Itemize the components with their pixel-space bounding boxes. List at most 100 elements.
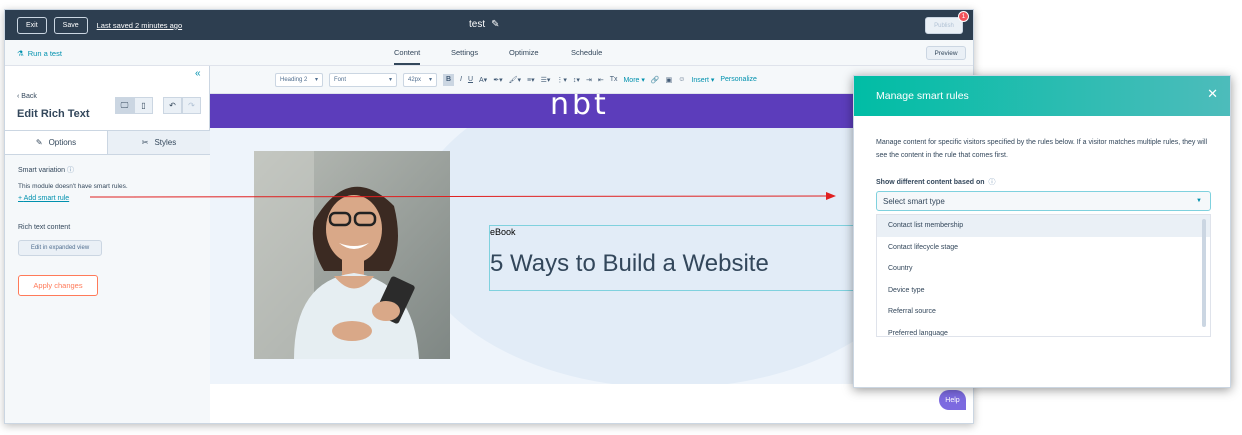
clear-format-icon[interactable]: Tx	[610, 76, 618, 83]
italic-icon[interactable]: I	[460, 76, 462, 83]
chevron-down-icon: ▾	[428, 77, 432, 83]
preview-button[interactable]: Preview	[926, 46, 966, 60]
highlight-icon[interactable]: ✒▾	[493, 76, 502, 84]
show-content-text: Show different content based on	[876, 178, 985, 186]
add-smart-rule-label: Add smart rule	[23, 195, 70, 202]
brush-icon: ✂	[141, 138, 149, 147]
underline-icon[interactable]: U	[468, 76, 473, 83]
apply-changes-button[interactable]: Apply changes	[18, 275, 98, 296]
tab-settings[interactable]: Settings	[451, 48, 478, 57]
save-button[interactable]: Save	[53, 16, 88, 34]
tab-schedule[interactable]: Schedule	[571, 48, 602, 57]
mobile-icon[interactable]: ▯	[134, 97, 153, 114]
publish-button[interactable]: Publish	[925, 17, 963, 34]
top-bar: Exit Save Last saved 2 minutes ago test …	[5, 10, 973, 40]
woman-with-tablet-photo	[254, 151, 450, 359]
smart-type-options: Contact list membership Contact lifecycl…	[876, 214, 1211, 337]
tab-options[interactable]: ✎ Options	[5, 131, 108, 154]
smart-variation-text: Smart variation	[18, 167, 66, 174]
size-dropdown[interactable]: 42px ▾	[403, 72, 437, 87]
smart-variation-label: Smart variation ⓘ	[18, 165, 74, 175]
collapse-panel-icon[interactable]: «	[195, 68, 201, 79]
info-icon[interactable]: ⓘ	[989, 177, 996, 187]
tab-styles[interactable]: ✂ Styles	[108, 131, 210, 154]
pencil-icon: ✎	[35, 138, 43, 147]
more-menu[interactable]: More ▾	[623, 76, 644, 84]
help-button[interactable]: Help	[939, 390, 966, 410]
link-icon[interactable]: 🔗	[651, 76, 660, 84]
numbered-list-icon[interactable]: ⋮▾	[556, 76, 567, 84]
undo-icon[interactable]: ↶	[163, 97, 182, 114]
tab-optimize[interactable]: Optimize	[509, 48, 539, 57]
rich-text-label: Rich text content	[18, 224, 71, 231]
headline-text[interactable]: 5 Ways to Build a Website	[490, 250, 769, 278]
modal-header: Manage smart rules ✕	[854, 76, 1230, 116]
text-color-icon[interactable]: A▾	[479, 76, 487, 84]
option-referral-source[interactable]: Referral source	[877, 301, 1210, 323]
add-smart-rule-link[interactable]: + Add smart rule	[18, 195, 69, 202]
brush-icon[interactable]: 🖌▾	[509, 76, 521, 84]
show-content-label: Show different content based on ⓘ	[876, 177, 996, 187]
option-device-type[interactable]: Device type	[877, 280, 1210, 302]
outdent-icon[interactable]: ⇤	[598, 76, 604, 84]
bullet-list-icon[interactable]: ☰▾	[541, 76, 551, 84]
option-country[interactable]: Country	[877, 258, 1210, 280]
hero-photo[interactable]	[254, 151, 450, 359]
undo-redo-group: ↶ ↷	[163, 97, 201, 114]
panel-tabs: ✎ Options ✂ Styles	[5, 130, 210, 155]
ebook-label[interactable]: eBook	[490, 227, 516, 237]
font-dropdown[interactable]: Font ▾	[329, 72, 397, 87]
bold-icon[interactable]: B	[443, 73, 454, 86]
exit-button[interactable]: Exit	[17, 16, 47, 34]
page-title-text: test	[469, 19, 486, 30]
option-contact-list-membership[interactable]: Contact list membership	[877, 215, 1210, 237]
chevron-down-icon: ▾	[388, 77, 392, 83]
chevron-down-icon: ▾	[314, 77, 318, 83]
no-rules-text: This module doesn't have smart rules.	[18, 183, 128, 190]
page-section-below	[210, 384, 973, 423]
editor-tabs-bar: ⚗ Run a test Content Settings Optimize S…	[5, 40, 973, 66]
more-label: More	[623, 76, 640, 84]
modal-description: Manage content for specific visitors spe…	[876, 139, 1208, 159]
size-dropdown-value: 42px	[408, 76, 422, 83]
smart-type-select-value: Select smart type	[883, 196, 945, 206]
smart-type-select[interactable]: Select smart type ▼	[876, 191, 1211, 211]
indent-icon[interactable]: ⇥	[586, 76, 592, 84]
caret-down-icon: ▼	[1196, 198, 1202, 204]
page-title[interactable]: test ✎	[469, 19, 500, 30]
left-edit-panel: « ‹ Back Edit Rich Text 🖵 ▯ ↶ ↷ ✎ Option…	[5, 66, 210, 423]
insert-menu[interactable]: Insert ▾	[691, 76, 714, 84]
options-body: Smart variation ⓘ This module doesn't ha…	[5, 155, 210, 423]
page-editor-window: Exit Save Last saved 2 minutes ago test …	[4, 9, 974, 424]
site-logo: nbt	[550, 94, 609, 122]
panel-title: Edit Rich Text	[17, 108, 90, 120]
personalize-button[interactable]: Personalize	[720, 76, 757, 83]
close-icon[interactable]: ✕	[1207, 86, 1218, 102]
expanded-view-button[interactable]: Edit in expanded view	[18, 240, 102, 256]
emoji-icon[interactable]: ☺	[678, 76, 685, 83]
option-contact-lifecycle-stage[interactable]: Contact lifecycle stage	[877, 237, 1210, 259]
tab-content[interactable]: Content	[394, 48, 421, 65]
desktop-icon[interactable]: 🖵	[115, 97, 134, 114]
line-height-icon[interactable]: ↕▾	[573, 76, 580, 84]
smart-rules-modal: Manage smart rules ✕ Manage content for …	[853, 75, 1231, 388]
pencil-icon[interactable]: ✎	[491, 19, 499, 30]
insert-label: Insert	[691, 76, 709, 84]
run-test-label: Run a test	[27, 49, 62, 58]
tab-options-label: Options	[48, 138, 77, 147]
flask-icon: ⚗	[17, 49, 24, 58]
align-icon[interactable]: ≡▾	[527, 76, 535, 84]
info-icon[interactable]: ⓘ	[67, 167, 74, 174]
options-scrollbar[interactable]	[1202, 219, 1206, 327]
back-label: Back	[21, 93, 37, 100]
image-icon[interactable]: ▣	[666, 76, 673, 84]
back-link[interactable]: ‹ Back	[17, 93, 37, 100]
device-toggle: 🖵 ▯	[115, 97, 153, 114]
option-preferred-language[interactable]: Preferred language	[877, 323, 1210, 336]
run-test-button[interactable]: ⚗ Run a test	[17, 49, 62, 58]
redo-icon[interactable]: ↷	[182, 97, 201, 114]
last-saved-link[interactable]: Last saved 2 minutes ago	[97, 21, 182, 30]
tab-styles-label: Styles	[154, 138, 177, 147]
heading-dropdown[interactable]: Heading 2 ▾	[275, 72, 323, 87]
notification-badge: 1	[958, 11, 969, 22]
